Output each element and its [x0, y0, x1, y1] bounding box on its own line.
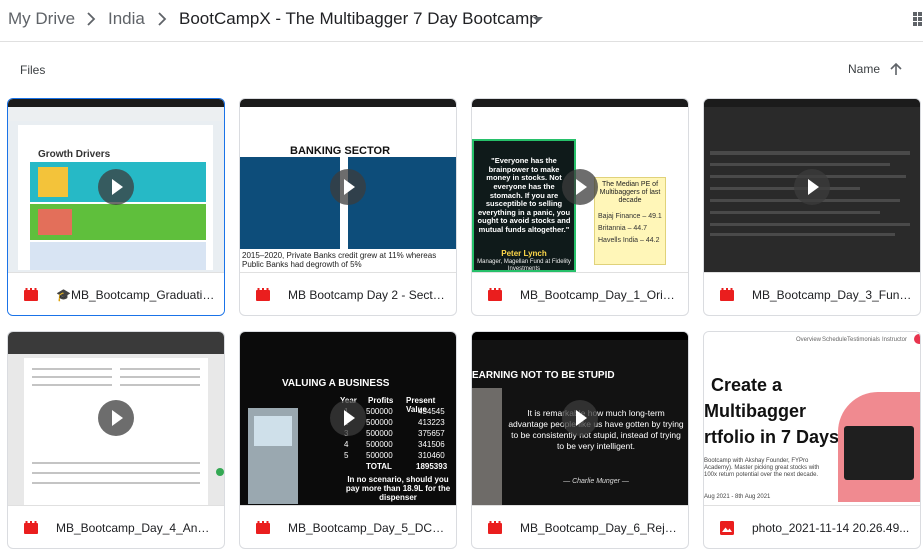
thumbnail-heading: Growth Drivers [38, 149, 111, 160]
thumbnail-heading: VALUING A BUSINESS [282, 378, 390, 389]
file-card[interactable]: MB_Bootcamp_Day_3_Fund... [703, 98, 921, 316]
thumbnail-box-line: Britannia – 44.7 [598, 225, 648, 232]
thumbnail-author: Peter Lynch [501, 249, 547, 258]
video-file-icon [256, 288, 270, 301]
files-section-label: Files [20, 63, 46, 77]
thumbnail-date: Aug 2021 - 8th Aug 2021 [704, 494, 771, 500]
thumbnail-heading: EARNING NOT TO BE STUPID [472, 370, 615, 381]
folder-menu-caret-icon[interactable] [533, 17, 543, 22]
file-card-footer: MB Bootcamp Day 2 - Secto... [240, 272, 456, 315]
file-card[interactable]: Growth Drivers 🎓MB_Bootcamp_Graduatio... [7, 98, 225, 316]
file-card[interactable]: EARNING NOT TO BE STUPID It is remarkabl… [471, 331, 689, 549]
thumbnail-subtext: Bootcamp with Akshay Founder, FYPro Acad… [704, 458, 820, 478]
video-file-icon [256, 521, 270, 534]
thumbnail-box-line: Havells India – 44.2 [598, 237, 660, 244]
table-cell: 500000 [366, 418, 393, 427]
thumbnail-nav-item: Testimonials [847, 337, 881, 343]
video-thumbnail: Growth Drivers [8, 99, 224, 272]
thumbnail-author-role: Manager, Magellan Fund at Fidelity Inves… [477, 259, 571, 272]
table-cell: 5 [344, 451, 349, 460]
video-file-icon [720, 288, 734, 301]
thumbnail-caption: In no scenario, should you pay more than… [345, 475, 451, 503]
thumbnail-nav-item: Overview [796, 337, 822, 343]
play-icon[interactable] [562, 400, 598, 436]
table-cell: 500000 [366, 451, 393, 460]
thumbnail-box-title: The Median PE of Multibaggers of last de… [599, 181, 661, 205]
file-name[interactable]: MB Bootcamp Day 2 - Secto... [288, 288, 448, 302]
video-file-icon [488, 521, 502, 534]
file-card[interactable]: "Everyone has the brainpower to make mon… [471, 98, 689, 316]
video-file-icon [488, 288, 502, 301]
breadcrumb-india[interactable]: India [108, 9, 145, 29]
image-thumbnail: Overview Schedule Testimonials Instructo… [704, 332, 920, 505]
thumbnail-author: — Charlie Munger — [563, 478, 629, 485]
file-card-footer: MB_Bootcamp_Day_6_Reje... [472, 505, 688, 548]
file-card[interactable]: VALUING A BUSINESS Year Profits Present … [239, 331, 457, 549]
video-thumbnail: BANKING SECTOR 2015–2020, Private Banks … [240, 99, 456, 272]
file-card-footer: MB_Bootcamp_Day_1_Orien... [472, 272, 688, 315]
video-thumbnail: EARNING NOT TO BE STUPID It is remarkabl… [472, 332, 688, 505]
file-name[interactable]: MB_Bootcamp_Day_1_Orien... [520, 288, 680, 302]
play-icon[interactable] [98, 400, 134, 436]
breadcrumb: My Drive India BootCampX - The Multibagg… [0, 0, 923, 42]
video-thumbnail: "Everyone has the brainpower to make mon… [472, 99, 688, 272]
file-name[interactable]: 🎓MB_Bootcamp_Graduatio... [56, 288, 216, 302]
sort-by-name-button[interactable]: Name [848, 62, 880, 76]
file-card[interactable]: BANKING SECTOR 2015–2020, Private Banks … [239, 98, 457, 316]
file-card-footer: MB_Bootcamp_Day_3_Fund... [704, 272, 920, 315]
file-name[interactable]: MB_Bootcamp_Day_6_Reje... [520, 521, 680, 535]
chevron-right-icon [158, 12, 167, 26]
thumbnail-headline: Multibagger [704, 401, 806, 421]
thumbnail-quote: "Everyone has the brainpower to make mon… [477, 156, 571, 234]
table-cell: 341506 [418, 440, 445, 449]
file-card-footer: 🎓MB_Bootcamp_Graduatio... [8, 272, 224, 315]
chevron-right-icon [87, 12, 96, 26]
play-icon[interactable] [98, 169, 134, 205]
table-total-value: 1895393 [416, 462, 448, 471]
thumbnail-nav-item: Instructor [882, 337, 908, 343]
play-icon[interactable] [330, 400, 366, 436]
table-cell: 454545 [418, 407, 445, 416]
table-cell: 413223 [418, 418, 445, 427]
table-cell: 375657 [418, 429, 445, 438]
file-card-footer: MB_Bootcamp_Day_4_Annu... [8, 505, 224, 548]
thumbnail-headline: rtfolio in 7 Days [704, 427, 840, 447]
table-cell: 500000 [366, 429, 393, 438]
sort-ascending-icon[interactable] [889, 62, 903, 76]
grid-view-icon[interactable] [913, 12, 923, 26]
video-file-icon [24, 521, 38, 534]
breadcrumb-current-folder[interactable]: BootCampX - The Multibagger 7 Day Bootca… [179, 9, 539, 29]
file-name[interactable]: MB_Bootcamp_Day_4_Annu... [56, 521, 216, 535]
table-cell: 500000 [366, 407, 393, 416]
breadcrumb-my-drive[interactable]: My Drive [8, 9, 75, 29]
table-cell: 310460 [418, 451, 445, 460]
file-card[interactable]: MB_Bootcamp_Day_4_Annu... [7, 331, 225, 549]
table-header-profits: Profits [368, 396, 394, 405]
table-total-label: TOTAL [366, 462, 392, 471]
file-card-footer: MB_Bootcamp_Day_5_DCF_... [240, 505, 456, 548]
thumbnail-caption: 2015–2020, Private Banks credit grew at … [242, 251, 437, 270]
video-thumbnail: VALUING A BUSINESS Year Profits Present … [240, 332, 456, 505]
file-name[interactable]: MB_Bootcamp_Day_3_Fund... [752, 288, 912, 302]
file-card[interactable]: Overview Schedule Testimonials Instructo… [703, 331, 921, 549]
file-name[interactable]: MB_Bootcamp_Day_5_DCF_... [288, 521, 448, 535]
video-thumbnail [704, 99, 920, 272]
file-card-footer: photo_2021-11-14 20.26.49... [704, 505, 920, 548]
thumbnail-nav-item: Schedule [822, 337, 848, 343]
video-thumbnail [8, 332, 224, 505]
table-cell: 4 [344, 440, 349, 449]
image-file-icon [720, 521, 734, 535]
thumbnail-headline: Create a [711, 375, 783, 395]
file-name[interactable]: photo_2021-11-14 20.26.49... [752, 521, 912, 535]
table-cell: 500000 [366, 440, 393, 449]
play-icon[interactable] [330, 169, 366, 205]
play-icon[interactable] [562, 169, 598, 205]
play-icon[interactable] [794, 169, 830, 205]
video-file-icon [24, 288, 38, 301]
thumbnail-box-line: Bajaj Finance – 49.1 [598, 213, 662, 220]
